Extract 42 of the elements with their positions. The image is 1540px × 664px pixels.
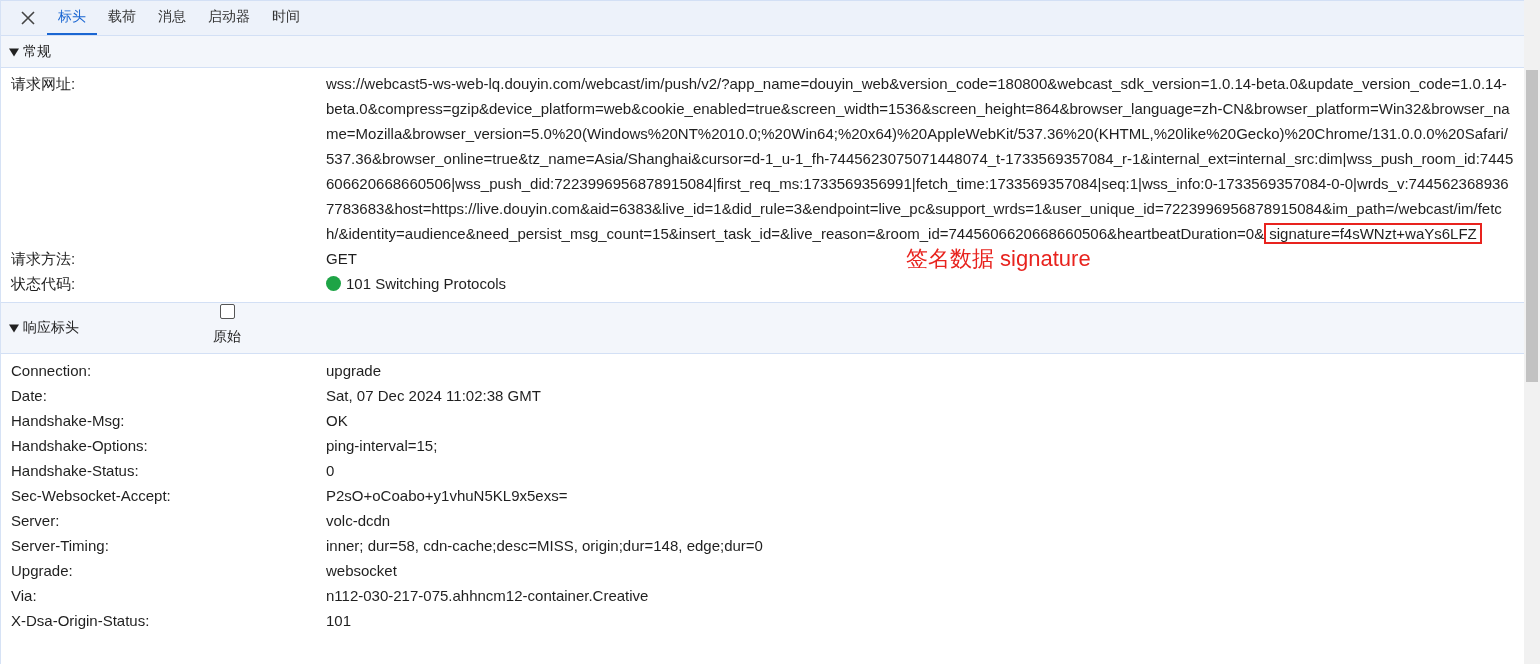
field-label: 状态代码:	[10, 274, 77, 294]
status-text: 101 Switching Protocols	[346, 274, 507, 294]
header-value: 101	[326, 611, 353, 631]
header-name: Handshake-Status:	[10, 461, 140, 481]
header-value: websocket	[326, 561, 398, 581]
tab[interactable]: 消息	[147, 1, 197, 35]
section-header[interactable]: 常规	[1, 36, 1524, 68]
header-name: Upgrade:	[10, 561, 74, 581]
header-name: Date:	[10, 386, 48, 406]
annotation-text: 签名数据 signature	[906, 246, 1091, 272]
checkbox-label: 原始	[213, 328, 241, 346]
scrollbar[interactable]	[1524, 0, 1540, 664]
section-title: 响应标头	[23, 319, 79, 337]
header-value: volc-dcdn	[326, 511, 392, 531]
header-value: 0	[326, 461, 336, 481]
header-value: upgrade	[326, 361, 383, 381]
checkbox[interactable]	[219, 304, 235, 319]
field-label: 请求网址:	[10, 74, 77, 94]
header-value: Sat, 07 Dec 2024 11:02:38 GMT	[326, 386, 542, 406]
header-value: P2sO+oCoabo+y1vhuN5KL9x5exs=	[326, 486, 569, 506]
header-name: Connection:	[10, 361, 93, 381]
field-value: GET	[326, 249, 357, 269]
scrollbar-thumb[interactable]	[1526, 70, 1538, 382]
close-icon[interactable]	[21, 11, 35, 25]
section-header[interactable]: 响应标头 原始	[1, 302, 1524, 354]
header-value: n112-030-217-075.ahhncm12-container.Creative	[326, 586, 650, 606]
header-name: Handshake-Options:	[10, 436, 149, 456]
section-title: 常规	[23, 42, 51, 61]
header-name: Server-Timing:	[10, 536, 110, 556]
tab[interactable]: 启动器	[197, 1, 261, 35]
header-name: Via:	[10, 586, 38, 606]
header-value: OK	[326, 411, 349, 431]
header-name: Server:	[10, 511, 61, 531]
header-name: Handshake-Msg:	[10, 411, 126, 431]
request-url: wss://webcast5-ws-web-lq.douyin.com/webcast/im/push/v2/?app_name=douyin_web&version_code=180800&webcast_sdk_version=1.0.14-beta.0&update_version_code=1.0.14-beta.0&compress=gzip&device_platform=web&cookie_enabled=true&screen_width=1536&screen_height=864&browser_language=zh-CN&browser_platform=Win32&browser_name=Mozilla&browser_version=5.0%20(Windows%20NT%2010.0;%20Win64;%20x64)%20AppleWebKit/537.36%20(KHTML,%20like%20Gecko)%20Chrome/131.0.0.0%20Safari/537.36&browser_online=true&tz_name=Asia/Shanghai&cursor=d-1_u-1_fh-7445623075071448074_t-1733569357084_r-1&internal_ext=internal_src:dim|wss_push_room_id:7445606620668660506|wss_push_did:7223996956878915084|first_req_ms:1733569356991|fetch_time:1733569357084|seq:1|wss_info:0-1733569357084-0-0|wrds_v:7445623689367783683&host=https://live.douyin.com&aid=6383&live_id=1&did_rule=3&endpoint=live_pc&support_wrds=1&user_unique_id=7223996956878915084&im_path=/webcast/im/fetch/&identity=audience&need_persist_msg_count=15&insert_task_id=&live_reason=&room_id=7445606620668660506&heartbeatDuration=0& signature=f4sWNzt+waYs6LFZ	[326, 74, 1514, 246]
field-label: 请求方法:	[10, 249, 77, 269]
header-name: Sec-Websocket-Accept:	[10, 486, 172, 506]
tab[interactable]: 时间	[261, 1, 311, 35]
tab[interactable]: 载荷	[97, 1, 147, 35]
header-name: X-Dsa-Origin-Status:	[10, 611, 151, 631]
header-value: inner; dur=58, cdn-cache;desc=MISS, origin;dur=148, edge;dur=0	[326, 536, 764, 556]
header-value: ping-interval=15;	[326, 436, 439, 456]
